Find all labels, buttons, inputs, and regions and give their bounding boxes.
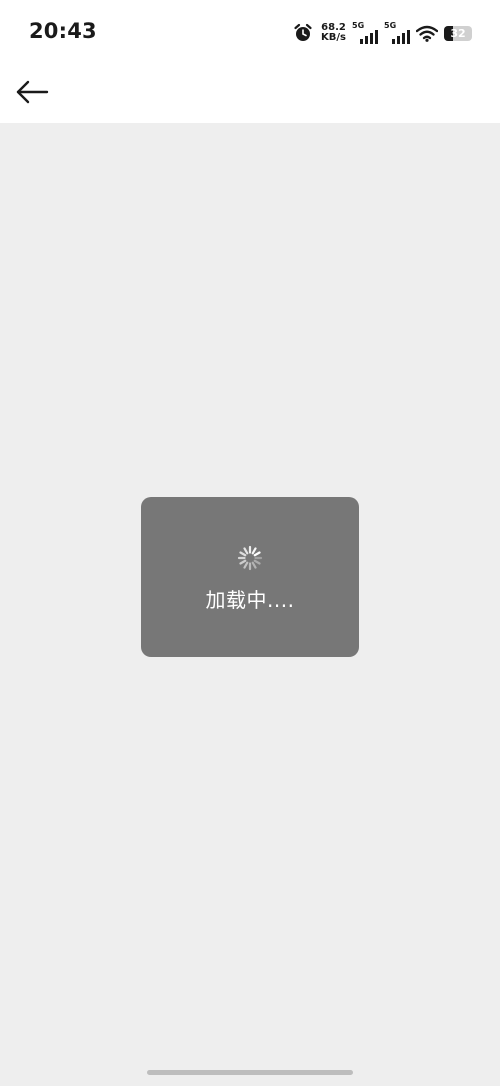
network-speed-unit: KB/s [321,32,346,43]
home-indicator[interactable] [147,1070,353,1075]
signal-icon [392,30,410,44]
battery-level: 32 [450,26,466,40]
status-icons: 68.2 KB/s 5G 5G 32 [293,20,472,46]
spinner-spoke [243,547,249,555]
status-bar: 20:43 68.2 KB/s 5G 5G 32 [0,0,500,62]
spinner-icon [237,545,263,571]
app-bar [0,62,500,123]
spinner-spoke [239,551,247,557]
spinner-spoke [251,547,257,555]
sim2-network-type: 5G [384,21,397,30]
loading-dialog: 加载中.... [141,497,359,657]
loading-text: 加载中.... [205,588,295,612]
wifi-icon [416,25,438,42]
spinner-spoke [243,561,249,569]
signal-icon [360,30,378,44]
spinner-spoke [253,559,261,565]
status-time: 20:43 [29,19,97,43]
arrow-left-icon [16,80,49,104]
sim1-network-type: 5G [352,21,365,30]
sim1-signal: 5G [352,21,378,44]
battery-icon: 32 [444,25,472,41]
spinner-spoke [251,561,257,569]
sim2-signal: 5G [384,21,410,44]
network-speed: 68.2 KB/s [321,23,346,43]
alarm-icon [293,23,313,43]
spinner-spoke [253,551,261,557]
back-button[interactable] [10,72,54,112]
spinner-spoke [239,559,247,565]
